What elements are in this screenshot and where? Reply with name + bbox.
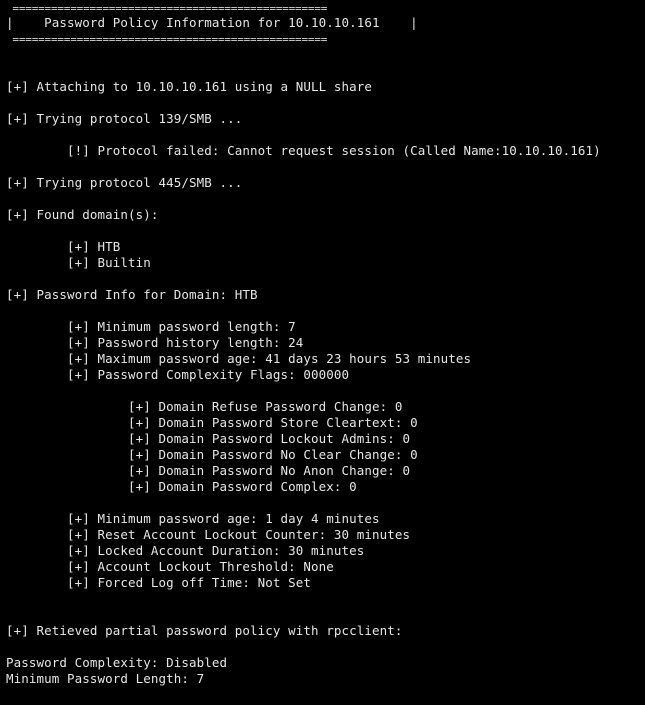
output-line-fail-139: [!] Protocol failed: Cannot request sess… bbox=[6, 143, 601, 158]
output-line-rpc-complexity: Password Complexity: Disabled bbox=[6, 655, 228, 670]
output-line-lock-threshold: [+] Account Lockout Threshold: None bbox=[6, 559, 334, 574]
output-line-min-age: [+] Minimum password age: 1 day 4 minute… bbox=[6, 511, 380, 526]
output-line-try-139: [+] Trying protocol 139/SMB ... bbox=[6, 111, 243, 126]
output-line-password-info: [+] Password Info for Domain: HTB bbox=[6, 287, 258, 302]
output-line-reset-counter: [+] Reset Account Lockout Counter: 30 mi… bbox=[6, 527, 411, 542]
output-line-forced-logoff: [+] Forced Log off Time: Not Set bbox=[6, 575, 312, 590]
output-line-rpc-retrieved: [+] Retieved partial password policy wit… bbox=[6, 623, 403, 638]
banner-bottom-rule: ========================================… bbox=[6, 33, 328, 46]
output-line-lockout-admins: [+] Domain Password Lockout Admins: 0 bbox=[6, 431, 411, 446]
output-line-no-anon-change: [+] Domain Password No Anon Change: 0 bbox=[6, 463, 411, 478]
output-line-found-domains: [+] Found domain(s): bbox=[6, 207, 159, 222]
output-line-rpc-min-length: Minimum Password Length: 7 bbox=[6, 671, 205, 686]
output-line-lock-duration: [+] Locked Account Duration: 30 minutes bbox=[6, 543, 365, 558]
output-line-domain-htb: [+] HTB bbox=[6, 239, 121, 254]
output-line-complexity-flags: [+] Password Complexity Flags: 000000 bbox=[6, 367, 350, 382]
output-line-try-445: [+] Trying protocol 445/SMB ... bbox=[6, 175, 243, 190]
banner-title: | Password Policy Information for 10.10.… bbox=[6, 15, 418, 30]
terminal-output: ========================================… bbox=[0, 0, 645, 705]
output-line-store-cleartext: [+] Domain Password Store Cleartext: 0 bbox=[6, 415, 418, 430]
output-line-password-complex: [+] Domain Password Complex: 0 bbox=[6, 479, 357, 494]
output-line-history: [+] Password history length: 24 bbox=[6, 335, 304, 350]
output-line-no-clear-change: [+] Domain Password No Clear Change: 0 bbox=[6, 447, 418, 462]
output-line-attach: [+] Attaching to 10.10.10.161 using a NU… bbox=[6, 79, 373, 94]
output-line-refuse-change: [+] Domain Refuse Password Change: 0 bbox=[6, 399, 403, 414]
output-line-max-age: [+] Maximum password age: 41 days 23 hou… bbox=[6, 351, 472, 366]
output-line-domain-builtin: [+] Builtin bbox=[6, 255, 151, 270]
output-line-min-length: [+] Minimum password length: 7 bbox=[6, 319, 296, 334]
